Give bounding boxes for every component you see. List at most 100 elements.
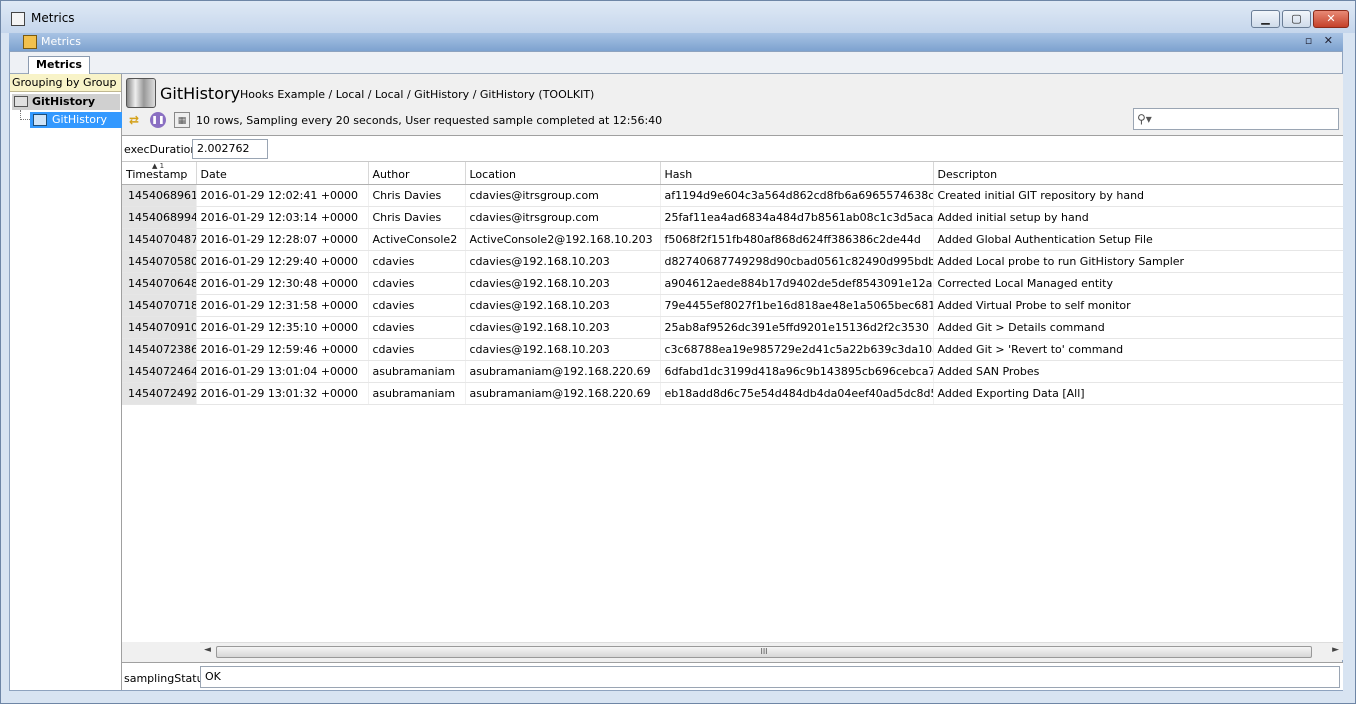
cell-date[interactable]: 2016-01-29 12:30:48 +0000 [196,272,369,295]
table-row[interactable]: 1454072386 2016-01-29 12:59:46 +0000 cda… [122,338,1343,361]
column-header-description[interactable]: Descripton [933,162,1343,185]
column-header-location[interactable]: Location [465,162,661,185]
dataview-panel: GitHistory Hooks Example / Local / Local… [122,74,1343,690]
cell-hash[interactable]: 25ab8af9526dc391e5ffd9201e15136d2f2c3530 [660,316,934,339]
cell-date[interactable]: 2016-01-29 13:01:04 +0000 [196,360,369,383]
cell-date[interactable]: 2016-01-29 12:28:07 +0000 [196,228,369,251]
cell-timestamp[interactable]: 1454072386 [122,338,197,361]
cell-timestamp[interactable]: 1454070487 [122,228,197,251]
cell-timestamp[interactable]: 1454072464 [122,360,197,383]
column-header-hash[interactable]: Hash [660,162,934,185]
tab-metrics[interactable]: Metrics [28,56,90,74]
cell-hash[interactable]: f5068f2f151fb480af868d624ff386386c2de44d [660,228,934,251]
cell-location[interactable]: ActiveConsole2@192.168.10.203 [465,228,661,251]
table-row[interactable]: 1454072492 2016-01-29 13:01:32 +0000 asu… [122,382,1343,405]
horizontal-scrollbar[interactable]: ◄ III ► [200,642,1343,660]
cell-description[interactable]: Added SAN Probes [933,360,1343,383]
cell-timestamp[interactable]: 1454070718 [122,294,197,317]
table-row[interactable]: 1454068994 2016-01-29 12:03:14 +0000 Chr… [122,206,1343,229]
title-bar[interactable]: Metrics ▁ ▢ ✕ [1,1,1355,33]
cell-location[interactable]: asubramaniam@192.168.220.69 [465,382,661,405]
pause-icon[interactable]: ❚❚ [150,112,166,128]
table-row[interactable]: 1454070487 2016-01-29 12:28:07 +0000 Act… [122,228,1343,251]
cell-hash[interactable]: c3c68788ea19e985729e2d41c5a22b639c3da10a [660,338,934,361]
cell-location[interactable]: cdavies@192.168.10.203 [465,272,661,295]
cell-hash[interactable]: a904612aede884b17d9402de5def8543091e12a6 [660,272,934,295]
cell-timestamp[interactable]: 1454068994 [122,206,197,229]
search-icon[interactable]: ⚲▾ [1137,112,1152,126]
cell-date[interactable]: 2016-01-29 12:35:10 +0000 [196,316,369,339]
column-header-date[interactable]: Date [196,162,369,185]
cell-location[interactable]: cdavies@itrsgroup.com [465,206,661,229]
cell-hash[interactable]: d82740687749298d90cbad0561c82490d995bdb2 [660,250,934,273]
cell-timestamp[interactable]: 1454070580 [122,250,197,273]
table-row[interactable]: 1454070910 2016-01-29 12:35:10 +0000 cda… [122,316,1343,339]
cell-timestamp[interactable]: 1454072492 [122,382,197,405]
scrollbar-thumb[interactable]: III [216,646,1312,658]
cell-description[interactable]: Corrected Local Managed entity [933,272,1343,295]
cell-timestamp[interactable]: 1454070648 [122,272,197,295]
cell-date[interactable]: 2016-01-29 13:01:32 +0000 [196,382,369,405]
cell-date[interactable]: 2016-01-29 12:29:40 +0000 [196,250,369,273]
cell-description[interactable]: Created initial GIT repository by hand [933,184,1343,207]
cell-author[interactable]: cdavies [368,338,466,361]
cell-hash[interactable]: 25faf11ea4ad6834a484d7b8561ab08c1c3d5aca [660,206,934,229]
cell-location[interactable]: cdavies@itrsgroup.com [465,184,661,207]
folder-icon [14,96,28,107]
cell-timestamp[interactable]: 1454068961 [122,184,197,207]
table-row[interactable]: 1454072464 2016-01-29 13:01:04 +0000 asu… [122,360,1343,383]
view-controls[interactable]: ▫ ✕ [1305,34,1337,47]
cell-description[interactable]: Added Local probe to run GitHistory Samp… [933,250,1343,273]
cell-author[interactable]: asubramaniam [368,382,466,405]
cell-location[interactable]: cdavies@192.168.10.203 [465,250,661,273]
cell-author[interactable]: ActiveConsole2 [368,228,466,251]
cell-date[interactable]: 2016-01-29 12:31:58 +0000 [196,294,369,317]
scroll-right-icon[interactable]: ► [1332,645,1339,655]
sampler-icon [126,78,156,108]
table-row[interactable]: 1454068961 2016-01-29 12:02:41 +0000 Chr… [122,184,1343,207]
cell-location[interactable]: cdavies@192.168.10.203 [465,316,661,339]
cell-description[interactable]: Added Git > Details command [933,316,1343,339]
cell-location[interactable]: asubramaniam@192.168.220.69 [465,360,661,383]
cell-date[interactable]: 2016-01-29 12:59:46 +0000 [196,338,369,361]
close-button[interactable]: ✕ [1313,10,1349,28]
tree-item-githistory[interactable]: GitHistory [30,112,122,128]
refresh-icon[interactable]: ⇄ [126,112,142,128]
cell-author[interactable]: Chris Davies [368,184,466,207]
cell-description[interactable]: Added Git > 'Revert to' command [933,338,1343,361]
cell-timestamp[interactable]: 1454070910 [122,316,197,339]
column-header-timestamp[interactable]: ▲ 1 Timestamp [122,162,197,185]
cell-hash[interactable]: 6dfabd1dc3199d418a96c9b143895cb696cebca7 [660,360,934,383]
cell-location[interactable]: cdavies@192.168.10.203 [465,294,661,317]
table-row[interactable]: 1454070648 2016-01-29 12:30:48 +0000 cda… [122,272,1343,295]
column-header-author[interactable]: Author [368,162,466,185]
maximize-button[interactable]: ▢ [1282,10,1311,28]
table-row[interactable]: 1454070580 2016-01-29 12:29:40 +0000 cda… [122,250,1343,273]
cell-author[interactable]: cdavies [368,316,466,339]
cell-author[interactable]: asubramaniam [368,360,466,383]
cell-description[interactable]: Added Global Authentication Setup File [933,228,1343,251]
cell-hash[interactable]: 79e4455ef8027f1be16d818ae48e1a5065bec681 [660,294,934,317]
cell-author[interactable]: Chris Davies [368,206,466,229]
cell-description[interactable]: Added initial setup by hand [933,206,1343,229]
cell-date[interactable]: 2016-01-29 12:03:14 +0000 [196,206,369,229]
grouping-header[interactable]: Grouping by Group [10,74,121,92]
exec-duration-row: execDuration 2.002762 sec [122,136,1343,173]
search-box[interactable]: ⚲▾ [1133,108,1339,130]
cell-author[interactable]: cdavies [368,272,466,295]
minimize-button[interactable]: ▁ [1251,10,1280,28]
cell-hash[interactable]: af1194d9e604c3a564d862cd8fb6a6965574638c [660,184,934,207]
grid-icon[interactable]: ▦ [174,112,190,128]
cell-location[interactable]: cdavies@192.168.10.203 [465,338,661,361]
tree-group-githistory[interactable]: GitHistory [12,94,120,110]
search-input[interactable] [1158,110,1334,128]
cell-author[interactable]: cdavies [368,294,466,317]
cell-hash[interactable]: eb18add8d6c75e54d484db4da04eef40ad5dc8d5 [660,382,934,405]
grouping-panel: Grouping by Group GitHistory GitHistory [10,74,122,690]
table-row[interactable]: 1454070718 2016-01-29 12:31:58 +0000 cda… [122,294,1343,317]
cell-author[interactable]: cdavies [368,250,466,273]
cell-description[interactable]: Added Exporting Data [All] [933,382,1343,405]
cell-date[interactable]: 2016-01-29 12:02:41 +0000 [196,184,369,207]
scroll-left-icon[interactable]: ◄ [204,645,211,655]
cell-description[interactable]: Added Virtual Probe to self monitor [933,294,1343,317]
